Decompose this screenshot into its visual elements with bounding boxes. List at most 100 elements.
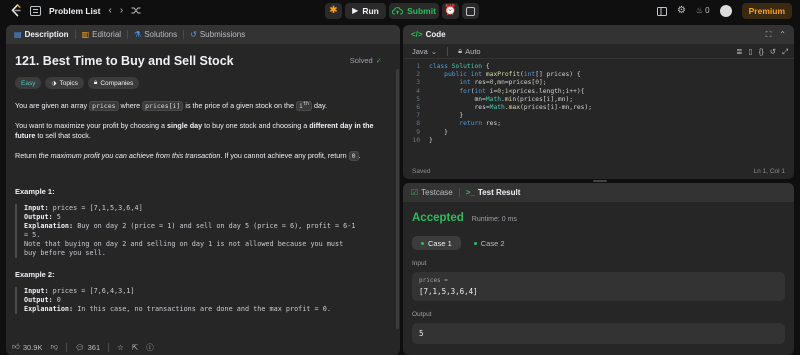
tab-code-label: Code <box>425 30 446 39</box>
text-run: Return <box>15 150 39 160</box>
example-key: Input: <box>24 287 49 296</box>
tab-divider <box>183 30 185 39</box>
footer-divider <box>108 342 110 352</box>
whiteboard-button[interactable] <box>462 3 479 19</box>
code-line: 9 } <box>403 129 794 137</box>
tab-editorial[interactable]: ▥ Editorial <box>82 30 121 39</box>
bug-icon: ✱ <box>329 5 338 16</box>
debug-button[interactable]: ✱ <box>325 3 342 19</box>
maximize-icon[interactable]: ⛶ <box>766 30 772 40</box>
solved-label: Solved <box>349 56 373 65</box>
tab-divider <box>74 30 76 39</box>
submit-button[interactable]: Submit <box>389 3 439 19</box>
line-number: 2 <box>416 71 420 79</box>
example-value: In this case, no transactions are done a… <box>73 305 331 314</box>
toolbar-divider <box>447 46 449 56</box>
line-number: 1 <box>416 63 420 70</box>
leetcode-logo[interactable] <box>10 4 22 17</box>
check-circle-icon: ✓ <box>375 56 382 65</box>
autocomplete-toggle[interactable]: 🔒︎ Auto <box>458 46 480 56</box>
bookmark-icon[interactable]: ▯ <box>749 47 753 57</box>
solutions-icon: ⚗ <box>134 29 142 39</box>
tab-divider <box>127 30 129 39</box>
braces-icon[interactable]: {} <box>759 47 764 57</box>
description-scrollbar[interactable] <box>396 69 399 329</box>
language-select[interactable]: Java ⌄ <box>412 47 437 56</box>
like-button[interactable]: 👍︎ 30.9K <box>12 342 42 352</box>
comments-button[interactable]: 💬︎ 361 <box>75 343 100 352</box>
reset-icon[interactable]: ↺ <box>770 47 776 57</box>
case-tabs: Case 1 Case 2 <box>412 236 785 250</box>
code-text: } <box>429 128 448 136</box>
line-number: 10 <box>412 136 420 144</box>
tab-submissions[interactable]: ↺ Submissions <box>190 30 245 39</box>
companies-tag[interactable]: 🔒︎ Companies <box>87 77 140 89</box>
italic-text: the maximum profit you can achieve from … <box>38 150 221 160</box>
problem-list-title[interactable]: Problem List <box>49 6 100 16</box>
share-button[interactable]: ⇱ <box>132 343 138 352</box>
example-key: Input: <box>24 204 49 213</box>
example-1-title: Example 1: <box>15 187 55 197</box>
case-1-tab[interactable]: Case 1 <box>412 236 461 250</box>
previous-problem-icon[interactable]: ‹ <box>108 5 111 16</box>
tab-test-result[interactable]: >_ Test Result <box>466 188 521 197</box>
submissions-icon: ↺ <box>190 29 197 39</box>
input-value: [7,1,5,3,6,4] <box>419 287 478 296</box>
problem-list-icon[interactable] <box>30 5 41 16</box>
shuffle-icon[interactable] <box>131 6 141 15</box>
help-button[interactable]: ⓘ <box>146 342 154 353</box>
footer-divider <box>66 342 68 352</box>
top-navigation-bar: Problem List ‹ › ✱ ▶ Run Submit ⏰ ⚙ ♨ 0 … <box>0 0 800 22</box>
problem-description: 121. Best Time to Buy and Sell Stock Sol… <box>6 44 400 339</box>
result-body: Accepted Runtime: 0 ms Case 1 Case 2 Inp… <box>403 202 794 352</box>
editor-status-bar: Saved Ln 1, Col 1 <box>403 164 794 179</box>
favorite-button[interactable]: ☆ <box>117 343 124 352</box>
user-avatar[interactable] <box>719 5 732 17</box>
code-header: </> Code ⛶ ⌃ <box>403 25 794 44</box>
tab-description[interactable]: ▤ Description <box>14 30 69 39</box>
example-line: Note that buying on day 2 and selling on… <box>24 240 344 249</box>
tab-testcase[interactable]: ☑ Testcase <box>411 188 453 197</box>
collapse-icon[interactable]: ⌃ <box>779 30 786 40</box>
output-box: 5 <box>412 323 785 344</box>
flame-icon: ♨ <box>696 6 704 15</box>
problem-title[interactable]: 121. Best Time to Buy and Sell Stock <box>15 54 391 68</box>
run-button[interactable]: ▶ Run <box>345 3 386 19</box>
fullscreen-icon[interactable]: ⤢ <box>782 47 788 57</box>
language-label: Java <box>412 46 428 56</box>
tab-submissions-label: Submissions <box>199 30 246 39</box>
premium-button[interactable]: Premium <box>741 3 792 19</box>
code-text: public int maxProfit(int[] prices) { <box>444 71 581 79</box>
streak-counter[interactable]: ♨ 0 <box>696 7 710 15</box>
input-box: prices = [7,1,5,3,6,4] <box>412 272 785 301</box>
code-editor[interactable]: 1 class Solution { 2 public int maxProfit… <box>403 59 794 157</box>
dislike-button[interactable]: 👎︎ <box>50 342 58 352</box>
settings-gear-icon[interactable]: ⚙ <box>677 6 686 16</box>
star-icon: ☆ <box>117 342 124 352</box>
output-label: Output <box>412 311 432 318</box>
text-run: day. <box>311 101 328 111</box>
text-run: where <box>118 101 143 111</box>
example-1-block: Input: prices = [7,1,5,3,6,4] Output: 5 … <box>15 204 391 259</box>
code-text: } <box>429 136 433 144</box>
code-line: 6 res=Math.max(prices[i]-mn,res); <box>403 104 794 112</box>
runtime-label: Runtime: 0 ms <box>471 216 517 223</box>
case-2-tab[interactable]: Case 2 <box>465 236 514 250</box>
lock-icon: 🔒︎ <box>458 46 463 55</box>
code-text: } <box>429 112 464 120</box>
topics-tag[interactable]: ⬗ Topics <box>45 77 84 89</box>
example-key: Explanation: <box>24 222 74 231</box>
inline-code: prices <box>89 101 119 112</box>
pass-dot-icon <box>473 241 477 245</box>
format-icon[interactable]: ≣ <box>736 47 742 57</box>
layout-icon[interactable] <box>657 6 668 16</box>
next-problem-icon[interactable]: › <box>120 5 123 16</box>
tab-test-result-label: Test Result <box>477 188 521 197</box>
notes-button[interactable]: ⏰ <box>442 3 459 19</box>
difficulty-badge: Easy <box>15 77 42 89</box>
splitter-grip[interactable] <box>593 180 607 182</box>
code-panel: </> Code ⛶ ⌃ Java ⌄ 🔒︎ Auto ≣ ▯ {} ↺ ⤢ 1… <box>403 25 794 179</box>
editor-toolbar: Java ⌄ 🔒︎ Auto ≣ ▯ {} ↺ ⤢ <box>403 44 794 59</box>
tab-code[interactable]: </> Code <box>411 30 446 39</box>
tab-solutions[interactable]: ⚗ Solutions <box>134 30 177 39</box>
